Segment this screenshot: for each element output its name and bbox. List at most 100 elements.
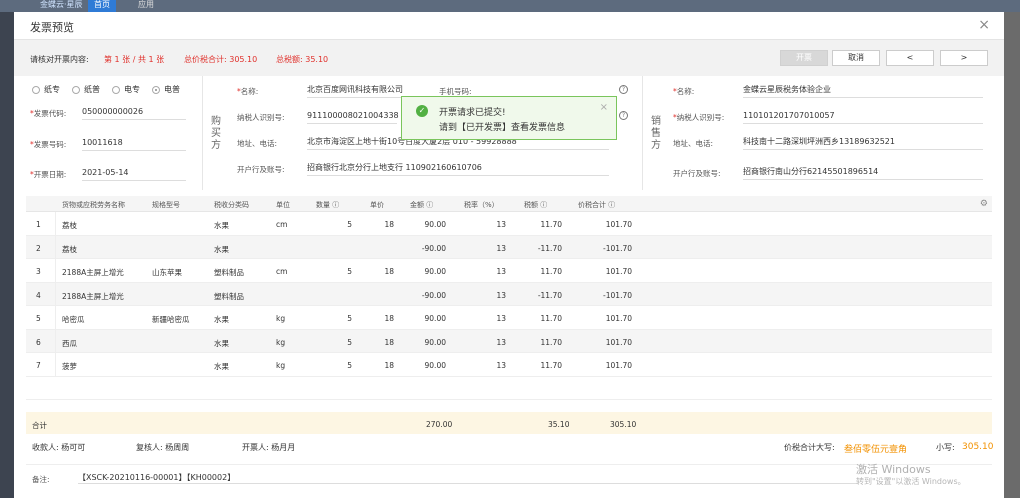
buyer-name-label: *名称: — [237, 87, 259, 96]
prev-button[interactable]: < — [886, 50, 934, 66]
seller-tax-id-field[interactable]: 110101201707010057 — [743, 110, 983, 124]
small-amount-value: 305.10 — [962, 442, 994, 452]
radio-e-special[interactable]: 电专 — [112, 84, 140, 95]
payee: 收款人: 杨可可 — [32, 443, 86, 452]
cell-no: 4 — [36, 290, 41, 300]
cell-tax: 11.70 — [540, 337, 562, 347]
cell-unit: kg — [276, 361, 286, 370]
cell-tax: 11.70 — [540, 267, 562, 276]
cell-unit: kg — [276, 314, 286, 323]
cell-qty: 5 — [347, 361, 352, 370]
seller-address-field[interactable]: 科技南十二路深圳坪洲西乡13189632521 — [743, 136, 983, 150]
cell-no: 1 — [36, 220, 41, 229]
invoice-items-table: 货物或应税劳务名称 规格型号 税收分类码 单位 数量 ⓘ 单价 金额 ⓘ 税率（… — [26, 196, 992, 422]
remark-section: 备注: 【XSCK-20210116-00001】【KH00002】 — [26, 464, 992, 490]
help-icon: ⓘ — [540, 201, 548, 209]
toolbar: 请核对开票内容: 第 1 张 / 共 1 张 总价税合计: 305.10 总税额… — [14, 40, 1004, 76]
cell-amount: 90.00 — [424, 337, 446, 347]
cell-rate: 13 — [496, 314, 506, 323]
table-row[interactable]: 7 菠萝 水果 kg 5 18 90.00 13 11.70 101.70 — [26, 353, 992, 377]
table-row[interactable]: 2 荔枝 水果 -90.00 13 -11.70 -101.70 — [26, 235, 992, 259]
toast-close-icon[interactable]: × — [600, 102, 608, 113]
radio-circle-icon — [112, 85, 120, 94]
seller-tax-id-label: *纳税人识别号: — [673, 113, 725, 122]
signature-row: 收款人: 杨可可 复核人: 杨周周 开票人: 杨月月 价税合计大写: 叁佰零伍元… — [26, 440, 994, 458]
help-icon: ⓘ — [426, 201, 434, 209]
buyer-tax-id-field[interactable]: 911100008021004338 — [307, 110, 399, 124]
check-circle-icon: ✓ — [416, 105, 428, 117]
radio-e-normal[interactable]: 电普 — [152, 84, 180, 95]
cell-qty: 5 — [347, 337, 352, 347]
cell-rate: 13 — [496, 220, 506, 229]
radio-paper-normal[interactable]: 纸普 — [72, 84, 100, 95]
cell-amount: 90.00 — [424, 361, 446, 370]
cell-unit: kg — [276, 337, 286, 347]
total-amount: 270.00 — [426, 420, 453, 429]
cell-rate: 13 — [496, 267, 506, 276]
cell-spec: 新疆哈密瓜 — [152, 315, 190, 324]
col-unit-header: 单位 — [276, 201, 290, 209]
seller-panel: 销售方 *名称: 金蝶云星辰税务体验企业 *纳税人识别号: 1101012017… — [642, 76, 992, 190]
invoice-number-field[interactable]: 10011618 — [82, 137, 186, 151]
radio-label: 电普 — [164, 85, 180, 94]
cell-category: 水果 — [214, 315, 229, 324]
invoice-number-label: *发票号码: — [30, 140, 67, 149]
table-row[interactable]: 5 哈密瓜 新疆哈密瓜 水果 kg 5 18 90.00 13 11.70 101.70 — [26, 306, 992, 330]
radio-paper-special[interactable]: 纸专 — [32, 84, 60, 95]
background-tab-apps: 应用 — [138, 0, 154, 9]
table-row[interactable]: 1 荔枝 水果 cm 5 18 90.00 13 11.70 101.70 — [26, 212, 992, 236]
seller-name-field[interactable]: 金蝶云星辰税务体验企业 — [743, 84, 983, 98]
row-number-cell — [26, 329, 56, 352]
invoice-date-field[interactable]: 2021-05-14 — [82, 167, 186, 181]
cell-total: 101.70 — [605, 361, 632, 370]
cell-total: 101.70 — [605, 220, 632, 229]
seller-bank-field[interactable]: 招商银行南山分行62145501896514 — [743, 166, 983, 180]
cell-name: 荔枝 — [62, 244, 77, 254]
row-number-cell — [26, 212, 56, 235]
cell-category: 塑料制品 — [214, 268, 244, 277]
cell-total: 101.70 — [605, 267, 632, 276]
cell-category: 塑料制品 — [214, 291, 244, 301]
cell-unit: cm — [276, 267, 288, 276]
cell-no: 6 — [36, 337, 41, 347]
cell-category: 水果 — [214, 362, 229, 371]
table-row[interactable]: 3 2188A主屏上增光 山东苹果 塑料制品 cm 5 18 90.00 13 11.70 101.… — [26, 259, 992, 283]
cell-no: 7 — [36, 361, 41, 370]
total-sum: 305.10 — [610, 420, 637, 429]
cell-spec: 山东苹果 — [152, 268, 182, 277]
seller-bank-label: 开户行及账号: — [673, 169, 721, 178]
success-toast: ✓ 开票请求已提交! 请到【已开发票】查看发票信息 × — [401, 96, 617, 140]
col-total-header: 价税合计 ⓘ — [578, 201, 616, 209]
radio-label: 电专 — [124, 85, 140, 94]
cell-category: 水果 — [214, 338, 229, 348]
buyer-bank-field[interactable]: 招商银行北京分行上地支行 110902160610706 — [307, 162, 609, 176]
invoice-code-label: *发票代码: — [30, 109, 67, 118]
radio-circle-icon — [32, 85, 40, 94]
background-app-header: 金蝶云·星辰 首页 应用 — [0, 0, 1020, 12]
cell-rate: 13 — [496, 243, 506, 253]
help-icon[interactable]: ? — [619, 85, 628, 94]
cell-qty: 5 — [347, 267, 352, 276]
cell-tax: 11.70 — [540, 361, 562, 370]
cancel-button[interactable]: 取消 — [832, 50, 880, 66]
remark-field[interactable]: 【XSCK-20210116-00001】【KH00002】 — [78, 472, 858, 484]
row-number-cell — [26, 353, 56, 376]
gear-icon[interactable]: ⚙ — [980, 199, 988, 209]
issue-invoice-button[interactable]: 开票 — [780, 50, 828, 66]
background-brand: 金蝶云·星辰 — [40, 0, 83, 9]
next-button[interactable]: > — [940, 50, 988, 66]
radio-label: 纸普 — [84, 85, 100, 94]
table-row[interactable]: 4 2188A主屏上增光 塑料制品 -90.00 13 -11.70 -101.70 — [26, 282, 992, 306]
col-amount-header: 金额 ⓘ — [410, 201, 434, 209]
cell-total: -101.70 — [603, 243, 632, 253]
total-label: 合计 — [32, 421, 47, 430]
help-icon[interactable]: ? — [619, 111, 628, 120]
help-icon: ⓘ — [332, 201, 340, 209]
invoice-code-field[interactable]: 050000000026 — [82, 106, 186, 120]
radio-circle-icon — [72, 85, 80, 94]
table-row[interactable]: 6 西瓜 水果 kg 5 18 90.00 13 11.70 101.70 — [26, 329, 992, 353]
cell-tax: 11.70 — [540, 314, 562, 323]
col-price-header: 单价 — [370, 201, 384, 209]
close-icon[interactable]: × — [978, 17, 990, 33]
modal-header: 发票预览 × — [14, 12, 1004, 40]
